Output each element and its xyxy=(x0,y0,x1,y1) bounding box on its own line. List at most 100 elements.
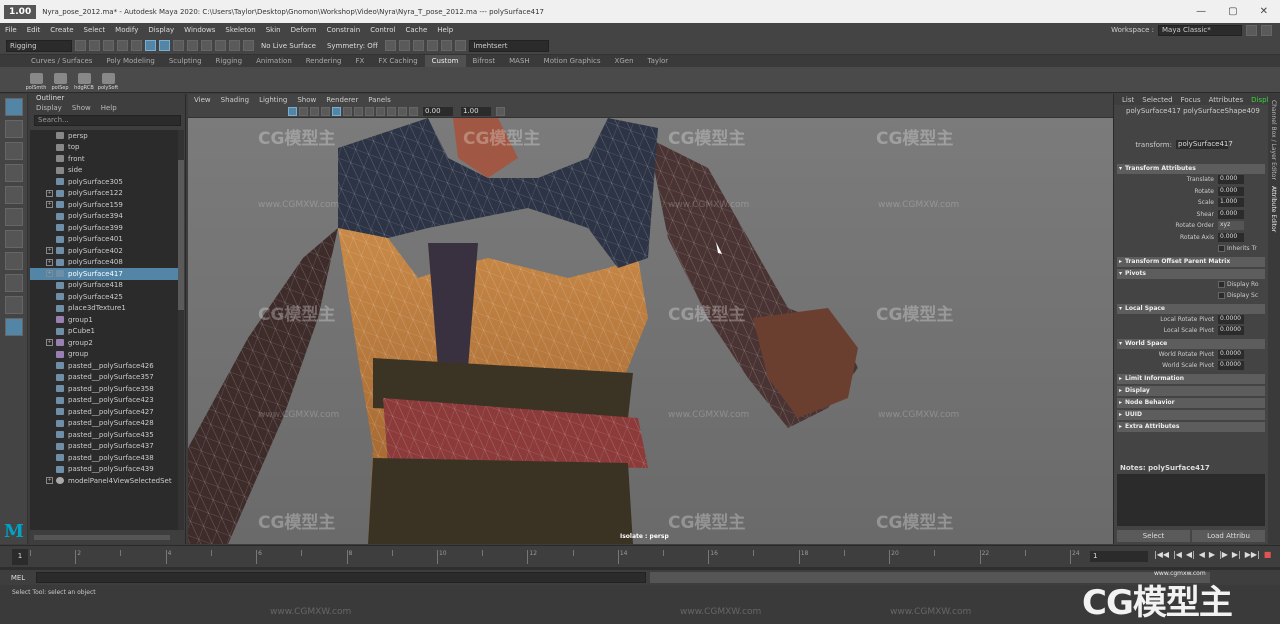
outliner-item[interactable]: + modelPanel4ViewSelectedSet xyxy=(30,475,178,487)
section-transform-offset[interactable]: Transform Offset Parent Matrix xyxy=(1117,256,1265,267)
shelf-button-hdgrcb[interactable]: hdgRCB xyxy=(74,69,94,91)
snap-surface-icon[interactable] xyxy=(243,40,254,51)
ae-menu-list[interactable]: List xyxy=(1122,96,1134,104)
tab-poly-modeling[interactable]: Poly Modeling xyxy=(99,55,161,67)
maximize-button[interactable]: ▢ xyxy=(1228,6,1237,17)
new-scene-icon[interactable] xyxy=(75,40,86,51)
outliner-item[interactable]: + polySurface122 xyxy=(30,188,178,200)
tab-attribute-editor[interactable]: Attribute Editor xyxy=(1270,186,1277,232)
paint-select-icon[interactable] xyxy=(5,142,23,160)
rotate-tool-icon[interactable] xyxy=(5,186,23,204)
local-rotate-pivot-field[interactable]: 0.0000 xyxy=(1218,314,1244,324)
snap-point-icon[interactable] xyxy=(215,40,226,51)
render-icon[interactable] xyxy=(384,40,396,51)
outliner-item[interactable]: + group2 xyxy=(30,337,178,349)
display-rotate-pivot-checkbox[interactable] xyxy=(1218,280,1225,288)
menu-windows[interactable]: Windows xyxy=(179,26,220,34)
outliner-item[interactable]: group1 xyxy=(30,314,178,326)
user-account-dropdown[interactable]: lmehtsert xyxy=(468,39,549,52)
menu-create[interactable]: Create xyxy=(45,26,78,34)
tab-curves-surfaces[interactable]: Curves / Surfaces xyxy=(24,55,99,67)
world-rotate-pivot-field[interactable]: 0.0000 xyxy=(1218,349,1244,359)
last-tool-icon[interactable] xyxy=(5,230,23,248)
shear-field[interactable]: 0.000 xyxy=(1218,209,1244,219)
section-node-behavior[interactable]: Node Behavior xyxy=(1117,397,1265,408)
menu-file[interactable]: File xyxy=(0,26,22,34)
xray-icon[interactable] xyxy=(409,106,418,116)
play-forwards-button[interactable]: ▶ xyxy=(1209,550,1215,559)
outliner-search-input[interactable]: Search... xyxy=(34,115,181,126)
save-scene-icon[interactable] xyxy=(103,40,114,51)
menu-constrain[interactable]: Constrain xyxy=(322,26,366,34)
outliner-item[interactable]: pasted__polySurface437 xyxy=(30,441,178,453)
shelf-button-polsmth[interactable]: polSmth xyxy=(26,69,46,91)
outliner-item[interactable]: polySurface394 xyxy=(30,211,178,223)
stop-button[interactable]: ■ xyxy=(1264,550,1272,559)
tab-animation[interactable]: Animation xyxy=(249,55,299,67)
viewport-menu-show[interactable]: Show xyxy=(297,96,316,104)
outliner-item[interactable]: pasted__polySurface435 xyxy=(30,429,178,441)
outliner-item[interactable]: side xyxy=(30,165,178,177)
go-to-end-button[interactable]: ▶▶| xyxy=(1245,550,1260,559)
select-button[interactable]: Select xyxy=(1117,530,1190,542)
render-view-icon[interactable] xyxy=(440,40,452,51)
outliner-item[interactable]: polySurface425 xyxy=(30,291,178,303)
menu-select[interactable]: Select xyxy=(79,26,111,34)
snap-curve-icon[interactable] xyxy=(201,40,212,51)
rotate-field[interactable]: 0.000 xyxy=(1218,186,1244,196)
tab-fx[interactable]: FX xyxy=(349,55,372,67)
wireframe-on-shaded-icon[interactable] xyxy=(332,106,341,116)
current-frame-field[interactable]: 1 xyxy=(12,549,28,565)
display-scale-pivot-checkbox[interactable] xyxy=(1218,292,1225,300)
outliner-item[interactable]: + polySurface408 xyxy=(30,257,178,269)
section-uuid[interactable]: UUID xyxy=(1117,409,1265,420)
inherits-transform-checkbox[interactable] xyxy=(1218,245,1225,253)
step-back-key-button[interactable]: |◀ xyxy=(1173,550,1182,559)
go-to-start-button[interactable]: |◀◀ xyxy=(1154,550,1169,559)
menu-control[interactable]: Control xyxy=(365,26,400,34)
grid-icon[interactable] xyxy=(321,106,330,116)
mel-label[interactable]: MEL xyxy=(0,574,36,582)
layout-icon[interactable] xyxy=(1246,24,1257,36)
character-model[interactable] xyxy=(188,118,1113,544)
minimize-button[interactable]: — xyxy=(1196,6,1206,17)
tab-xgen[interactable]: XGen xyxy=(608,55,641,67)
two-view-icon[interactable] xyxy=(5,296,23,314)
workspace-dropdown[interactable]: Maya Classic* xyxy=(1158,24,1242,36)
close-button[interactable]: ✕ xyxy=(1260,6,1268,17)
local-scale-pivot-field[interactable]: 0.0000 xyxy=(1218,326,1244,336)
outliner-horizontal-scrollbar[interactable] xyxy=(34,535,170,540)
ambient-occlusion-icon[interactable] xyxy=(387,106,396,116)
viewport-menu-shading[interactable]: Shading xyxy=(221,96,249,104)
section-extra-attributes[interactable]: Extra Attributes xyxy=(1117,421,1265,432)
isolate-select-icon[interactable] xyxy=(398,106,407,116)
step-forward-key-button[interactable]: ▶| xyxy=(1232,550,1241,559)
pause-icon[interactable] xyxy=(454,40,466,51)
rotate-axis-field[interactable]: 0.000 xyxy=(1218,232,1244,242)
expand-icon[interactable]: + xyxy=(46,247,53,255)
outliner-item[interactable]: pasted__polySurface358 xyxy=(30,383,178,395)
color-management-icon[interactable] xyxy=(496,106,505,116)
outliner-menu-display[interactable]: Display xyxy=(36,104,62,114)
scale-tool-icon[interactable] xyxy=(5,208,23,226)
menu-edit[interactable]: Edit xyxy=(22,26,46,34)
open-scene-icon[interactable] xyxy=(89,40,100,51)
select-by-object-icon[interactable] xyxy=(159,40,170,51)
step-back-frame-button[interactable]: ◀| xyxy=(1186,550,1195,559)
end-frame-field[interactable]: 1 xyxy=(1090,551,1148,562)
load-attributes-button[interactable]: Load Attribu xyxy=(1192,530,1265,542)
section-world-space[interactable]: World Space xyxy=(1117,338,1265,349)
scrollbar-thumb[interactable] xyxy=(178,160,184,310)
bookmark-icon[interactable] xyxy=(299,106,308,116)
expand-icon[interactable]: + xyxy=(46,258,53,266)
tab-custom[interactable]: Custom xyxy=(424,55,466,67)
ae-menu-selected[interactable]: Selected xyxy=(1142,96,1172,104)
play-backwards-button[interactable]: ◀ xyxy=(1199,550,1205,559)
expand-icon[interactable]: + xyxy=(46,477,53,485)
smooth-shade-icon[interactable] xyxy=(343,106,352,116)
tab-rigging[interactable]: Rigging xyxy=(209,55,250,67)
undo-icon[interactable] xyxy=(117,40,128,51)
scale-field[interactable]: 1.000 xyxy=(1218,198,1244,208)
lasso-tool-icon[interactable] xyxy=(5,120,23,138)
outliner-item[interactable]: + polySurface159 xyxy=(30,199,178,211)
